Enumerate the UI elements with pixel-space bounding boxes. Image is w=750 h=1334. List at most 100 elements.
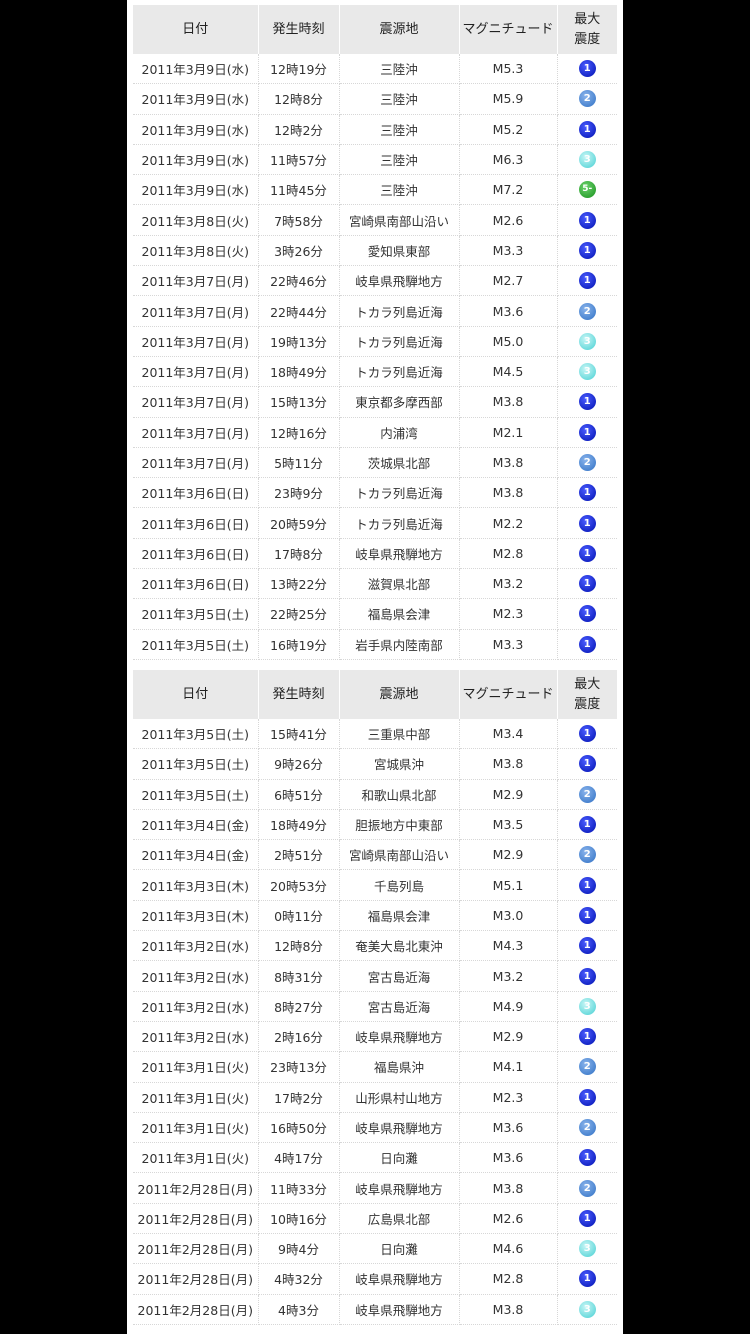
- intensity-badge: 1: [578, 544, 596, 562]
- cell-magnitude: M5.1: [459, 869, 558, 901]
- cell-magnitude: M2.8: [459, 1263, 558, 1295]
- cell-time: 22時46分: [258, 265, 340, 297]
- table-row: 2011年3月7日(月) 18時49分 トカラ列島近海 M4.5 3: [133, 356, 617, 388]
- cell-magnitude: M5.9: [459, 83, 558, 115]
- table-row: 2011年3月6日(日) 17時8分 岐阜県飛騨地方 M2.8 1: [133, 538, 617, 570]
- page-content: 日付 発生時刻 震源地 マグニチュード 最大 震度 2011年3月9日(水) 12…: [127, 0, 623, 1334]
- table-row: 2011年3月7日(月) 12時16分 内浦湾 M2.1 1: [133, 417, 617, 448]
- cell-magnitude: M7.2: [459, 174, 558, 206]
- table-row: 2011年3月7日(月) 19時13分 トカラ列島近海 M5.0 3: [133, 326, 617, 357]
- table-row: 2011年3月9日(水) 12時2分 三陸沖 M5.2 1: [133, 114, 617, 145]
- intensity-badge: 1: [578, 423, 596, 441]
- table-body: 2011年3月5日(土) 15時41分 三重県中部 M3.4 1 2011年3月5日(土)…: [133, 719, 617, 1325]
- cell-max-intensity: 3: [557, 1233, 617, 1265]
- cell-max-intensity: 2: [557, 839, 617, 871]
- cell-magnitude: M2.9: [459, 1021, 558, 1053]
- cell-time: 20時59分: [258, 507, 340, 539]
- cell-max-intensity: 1: [557, 568, 617, 600]
- cell-epicenter: 三陸沖: [339, 114, 460, 145]
- cell-date: 2011年3月9日(水): [133, 174, 259, 206]
- cell-max-intensity: 1: [557, 629, 617, 660]
- cell-magnitude: M5.0: [459, 326, 558, 357]
- cell-epicenter: 日向灘: [339, 1233, 460, 1265]
- cell-max-intensity: 1: [557, 1082, 617, 1113]
- intensity-badge: 3: [578, 151, 596, 169]
- cell-date: 2011年3月7日(月): [133, 386, 259, 418]
- cell-epicenter: 岐阜県飛騨地方: [339, 1172, 460, 1204]
- cell-max-intensity: 1: [557, 900, 617, 932]
- cell-epicenter: 愛知県東部: [339, 235, 460, 267]
- cell-time: 22時25分: [258, 598, 340, 630]
- cell-date: 2011年3月7日(月): [133, 447, 259, 479]
- intensity-badge: 2: [578, 785, 596, 803]
- cell-magnitude: M2.6: [459, 204, 558, 236]
- cell-time: 2時51分: [258, 839, 340, 871]
- table-row: 2011年3月9日(水) 12時8分 三陸沖 M5.9 2: [133, 83, 617, 115]
- earthquake-table-2: 日付 発生時刻 震源地 マグニチュード 最大 震度 2011年3月5日(土) 15…: [133, 670, 617, 1325]
- table-row: 2011年2月28日(月) 10時16分 広島県北部 M2.6 1: [133, 1203, 617, 1235]
- table-row: 2011年3月4日(金) 18時49分 胆振地方中東部 M3.5 1: [133, 809, 617, 841]
- cell-date: 2011年3月7日(月): [133, 356, 259, 388]
- intensity-badge: 1: [578, 635, 596, 653]
- header-epicenter: 震源地: [339, 670, 460, 719]
- header-max-intensity: 最大 震度: [557, 670, 617, 719]
- cell-epicenter: トカラ列島近海: [339, 507, 460, 539]
- table-row: 2011年3月1日(火) 17時2分 山形県村山地方 M2.3 1: [133, 1082, 617, 1113]
- cell-date: 2011年3月2日(水): [133, 930, 259, 962]
- header-intensity-line2: 震度: [574, 696, 601, 712]
- intensity-badge: 1: [578, 906, 596, 924]
- cell-epicenter: トカラ列島近海: [339, 477, 460, 509]
- intensity-badge: 1: [578, 725, 596, 743]
- cell-time: 18時49分: [258, 356, 340, 388]
- cell-magnitude: M6.3: [459, 144, 558, 176]
- table-header: 日付 発生時刻 震源地 マグニチュード 最大 震度: [133, 5, 617, 54]
- intensity-badge: 2: [578, 1058, 596, 1076]
- cell-date: 2011年3月8日(火): [133, 204, 259, 236]
- cell-time: 9時4分: [258, 1233, 340, 1265]
- cell-magnitude: M3.8: [459, 477, 558, 509]
- cell-max-intensity: 2: [557, 1051, 617, 1083]
- cell-epicenter: 岐阜県飛騨地方: [339, 1112, 460, 1144]
- cell-time: 17時2分: [258, 1082, 340, 1113]
- cell-date: 2011年3月3日(木): [133, 900, 259, 932]
- table-row: 2011年3月1日(火) 4時17分 日向灘 M3.6 1: [133, 1142, 617, 1174]
- cell-magnitude: M4.3: [459, 930, 558, 962]
- intensity-badge: 3: [578, 1300, 596, 1318]
- cell-date: 2011年3月4日(金): [133, 839, 259, 871]
- cell-max-intensity: 1: [557, 719, 617, 750]
- cell-magnitude: M5.2: [459, 114, 558, 145]
- table-row: 2011年3月2日(水) 12時8分 奄美大島北東沖 M4.3 1: [133, 930, 617, 962]
- intensity-badge: 2: [578, 302, 596, 320]
- cell-date: 2011年3月3日(木): [133, 869, 259, 901]
- cell-date: 2011年3月7日(月): [133, 295, 259, 327]
- cell-date: 2011年3月6日(日): [133, 568, 259, 600]
- cell-date: 2011年3月5日(土): [133, 779, 259, 810]
- intensity-badge: 1: [578, 241, 596, 259]
- cell-max-intensity: 1: [557, 748, 617, 780]
- cell-max-intensity: 1: [557, 114, 617, 145]
- cell-magnitude: M2.9: [459, 839, 558, 871]
- table-row: 2011年3月6日(日) 20時59分 トカラ列島近海 M2.2 1: [133, 507, 617, 539]
- cell-magnitude: M3.6: [459, 1142, 558, 1174]
- table-row: 2011年3月7日(月) 5時11分 茨城県北部 M3.8 2: [133, 447, 617, 479]
- cell-max-intensity: 3: [557, 356, 617, 388]
- table-row: 2011年3月7日(月) 15時13分 東京都多摩西部 M3.8 1: [133, 386, 617, 418]
- cell-epicenter: 岐阜県飛騨地方: [339, 538, 460, 570]
- cell-date: 2011年2月28日(月): [133, 1172, 259, 1204]
- cell-epicenter: トカラ列島近海: [339, 295, 460, 327]
- cell-epicenter: 三重県中部: [339, 719, 460, 750]
- cell-date: 2011年3月1日(火): [133, 1082, 259, 1113]
- cell-magnitude: M3.8: [459, 1294, 558, 1325]
- cell-time: 8時31分: [258, 960, 340, 992]
- cell-magnitude: M4.6: [459, 1233, 558, 1265]
- cell-max-intensity: 3: [557, 144, 617, 176]
- cell-magnitude: M4.5: [459, 356, 558, 388]
- cell-date: 2011年3月7日(月): [133, 326, 259, 357]
- cell-time: 23時13分: [258, 1051, 340, 1083]
- table-row: 2011年3月5日(土) 9時26分 宮城県沖 M3.8 1: [133, 748, 617, 780]
- table-row: 2011年3月5日(土) 6時51分 和歌山県北部 M2.9 2: [133, 779, 617, 810]
- cell-max-intensity: 1: [557, 1142, 617, 1174]
- intensity-badge: 3: [578, 1240, 596, 1258]
- cell-epicenter: 和歌山県北部: [339, 779, 460, 810]
- table-row: 2011年3月4日(金) 2時51分 宮崎県南部山沿い M2.9 2: [133, 839, 617, 871]
